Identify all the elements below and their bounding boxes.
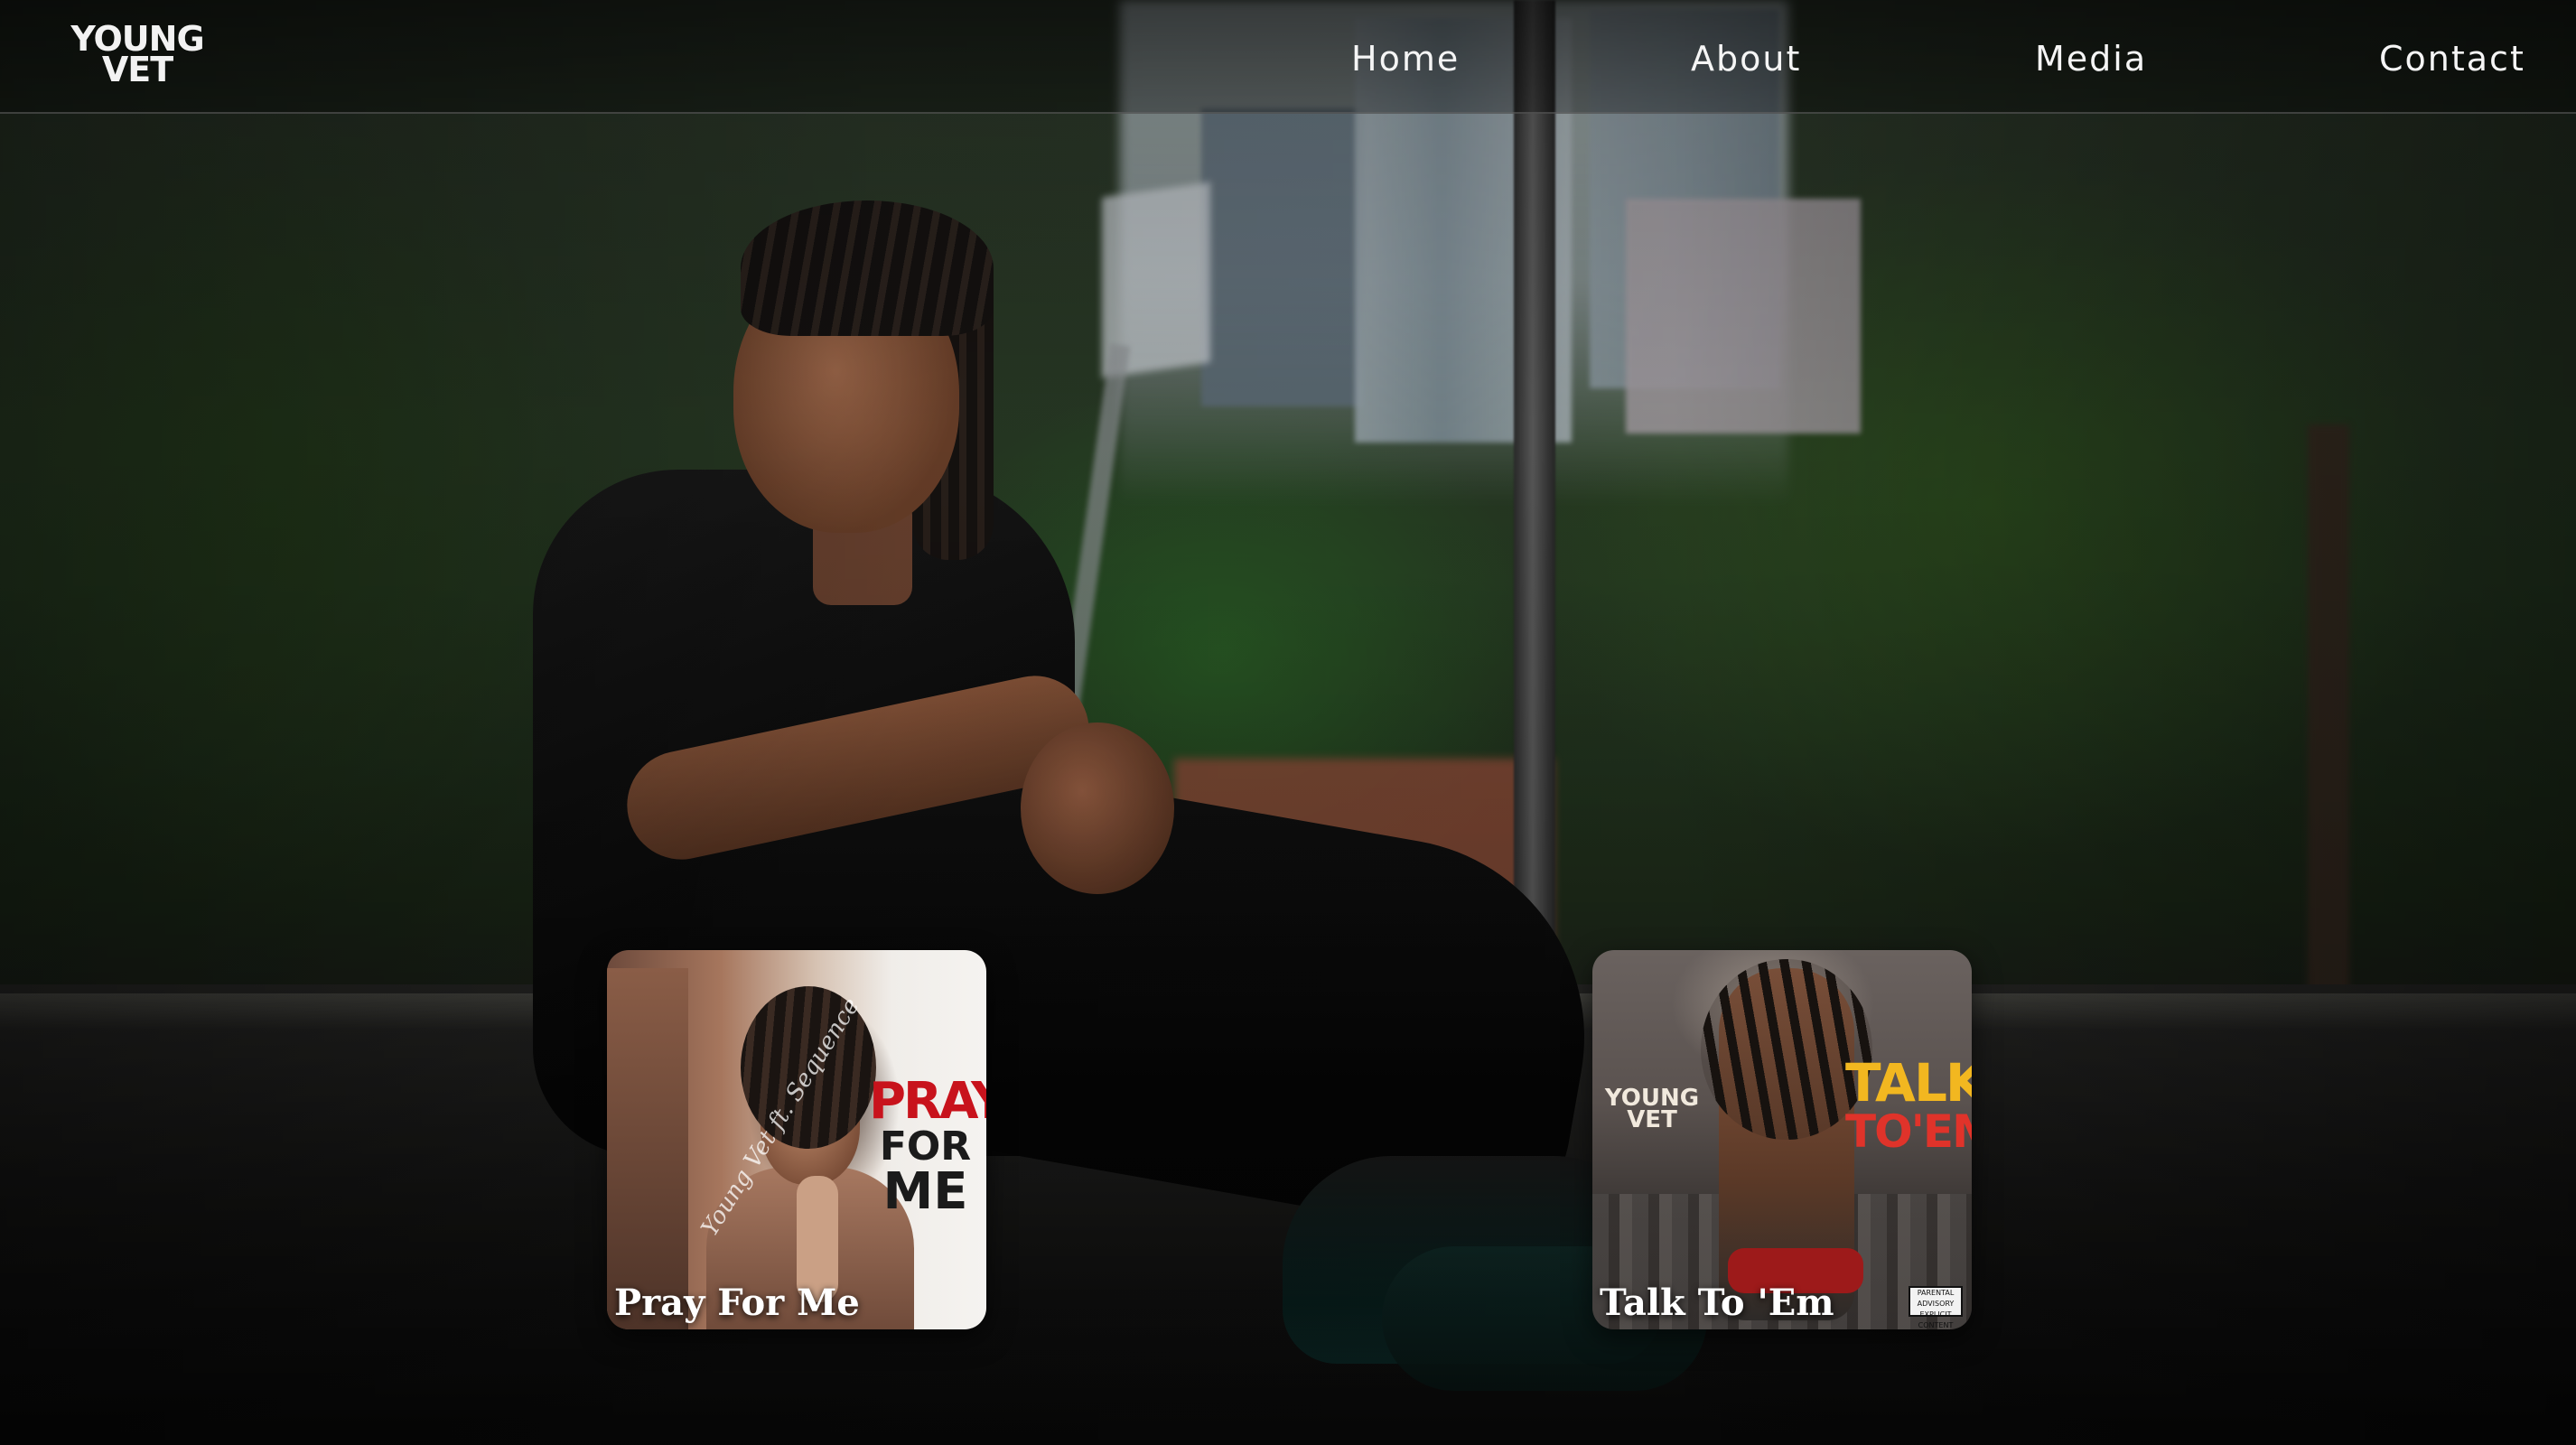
logo-text-line2: VET: [101, 50, 173, 89]
cover-title-word: ME: [882, 1162, 968, 1221]
cover-artist-word: VET: [1627, 1106, 1677, 1133]
cover-title-word: PRAY: [869, 1072, 986, 1131]
album-cover-art: YOUNG VET TALK TO'EM PARENTAL ADVISORY E…: [1592, 950, 1972, 1329]
cover-title-word: FOR: [879, 1123, 972, 1170]
cover-title-word: TO'EM: [1845, 1105, 1972, 1158]
release-title: Pray For Me: [614, 1282, 860, 1324]
release-card-pray-for-me[interactable]: Young Vet ft. Sequence PRAY FOR ME Pray …: [607, 950, 986, 1329]
nav-link-home[interactable]: Home: [1351, 36, 1460, 81]
cover-artist-logo: YOUNG VET: [1598, 1086, 1706, 1133]
cover-title-art: PRAY FOR ME: [869, 1072, 986, 1221]
brand-logo[interactable]: YOUNG VET: [56, 22, 219, 90]
cover-building: [607, 968, 688, 1329]
release-card-talk-to-em[interactable]: YOUNG VET TALK TO'EM PARENTAL ADVISORY E…: [1592, 950, 1972, 1329]
release-title: Talk To 'Em: [1600, 1282, 1834, 1324]
nav-link-contact[interactable]: Contact: [2379, 36, 2525, 81]
nav-link-about[interactable]: About: [1691, 36, 1801, 81]
hero-background-photo: [0, 0, 2576, 1445]
album-cover-art: Young Vet ft. Sequence PRAY FOR ME: [607, 950, 986, 1329]
parental-advisory-label: PARENTAL ADVISORY EXPLICIT CONTENT: [1909, 1286, 1963, 1329]
nav-link-media[interactable]: Media: [2035, 36, 2147, 81]
top-navbar: YOUNG VET Home About Media Contact: [0, 0, 2576, 114]
cover-title-art: TALK TO'EM: [1845, 1057, 1972, 1154]
cover-title-word: TALK: [1845, 1052, 1972, 1114]
hero-dark-overlay: [0, 0, 2576, 1445]
